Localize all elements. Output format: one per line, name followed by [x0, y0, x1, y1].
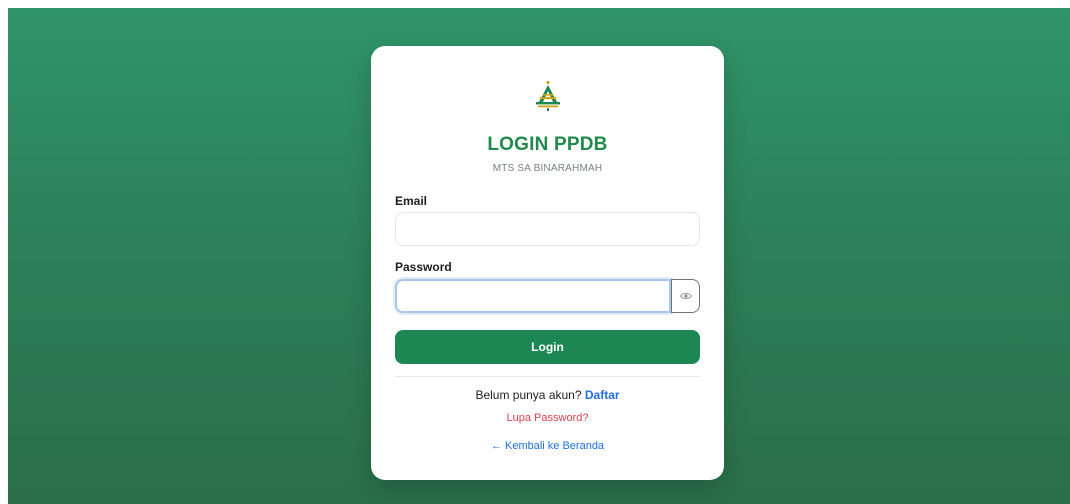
school-logo-icon — [536, 80, 560, 111]
register-link[interactable]: Daftar — [585, 388, 620, 402]
register-prompt-row: Belum punya akun? Daftar — [371, 388, 724, 402]
eye-icon — [679, 293, 692, 299]
register-prompt: Belum punya akun? — [475, 388, 582, 402]
password-field[interactable] — [395, 279, 671, 313]
login-card: LOGIN PPDB MTS SA BINARAHMAH Email Passw… — [371, 46, 724, 480]
login-button[interactable]: Login — [395, 330, 700, 364]
toggle-password-button[interactable] — [671, 279, 700, 313]
school-name: MTS SA BINARAHMAH — [492, 163, 603, 174]
divider — [395, 376, 700, 377]
password-label: Password — [395, 260, 452, 274]
back-to-home-link[interactable]: ← Kembali ke Beranda — [371, 440, 724, 452]
email-label: Email — [395, 194, 428, 208]
page-background: LOGIN PPDB MTS SA BINARAHMAH Email Passw… — [8, 8, 1070, 504]
page-title: LOGIN PPDB — [487, 134, 608, 155]
email-field[interactable] — [395, 212, 700, 246]
forgot-password-link[interactable]: Lupa Password? — [371, 412, 724, 424]
